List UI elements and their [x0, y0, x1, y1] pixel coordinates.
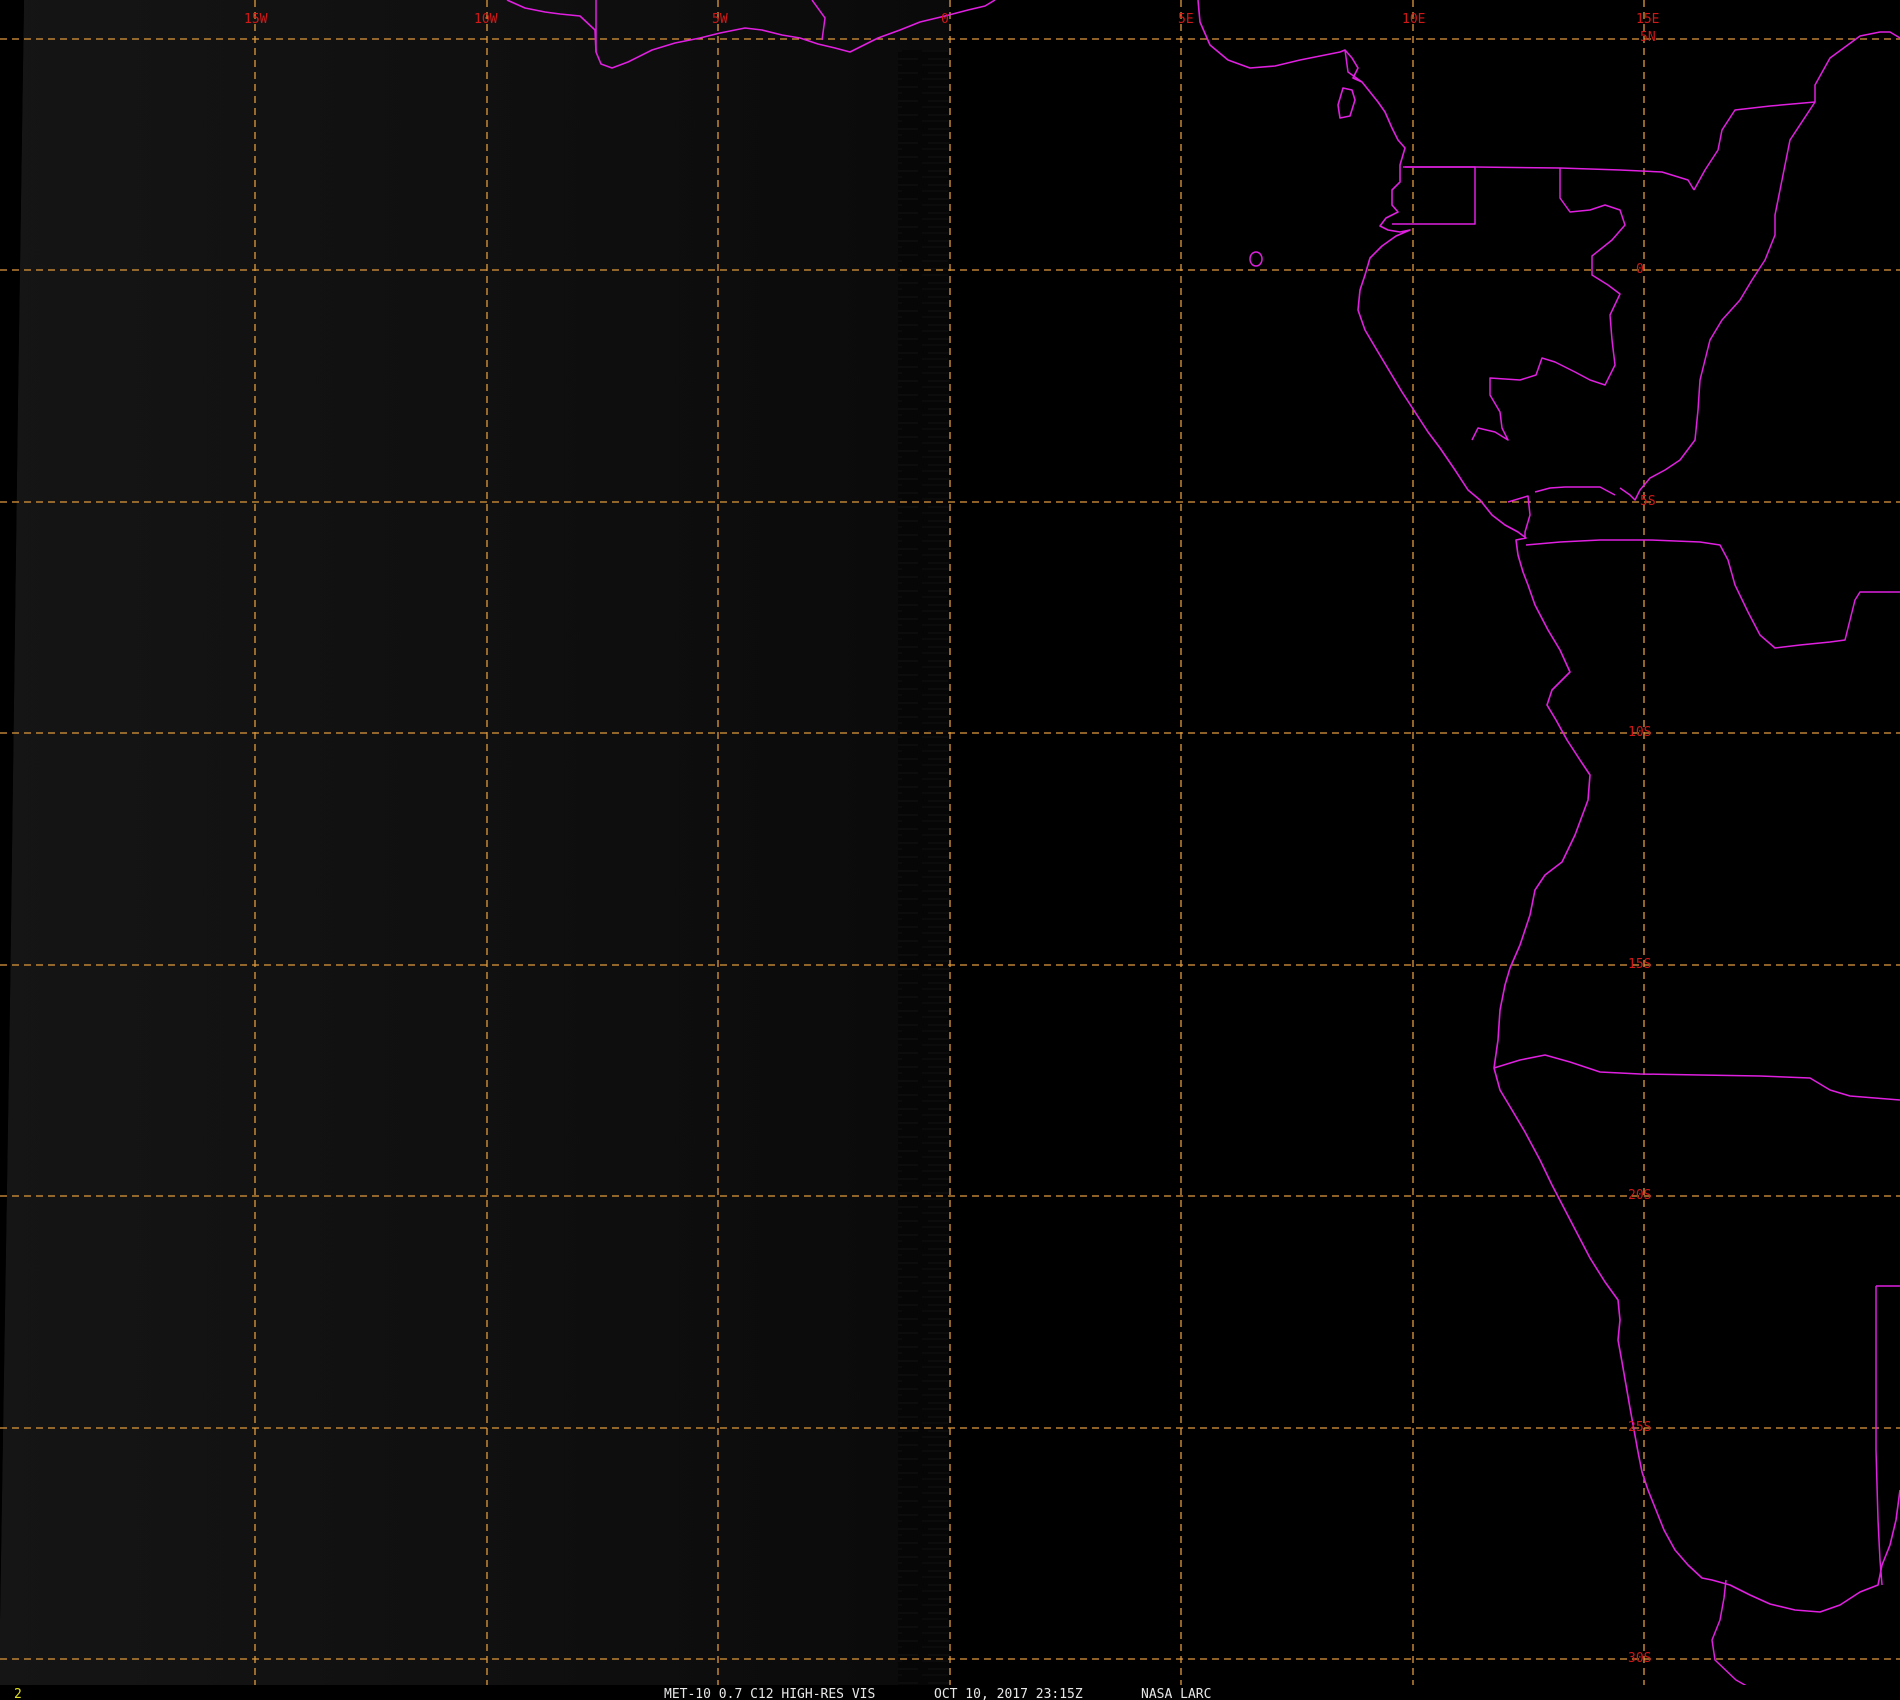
lat-label-5s: 5S: [1640, 494, 1656, 509]
lat-label-0: 0: [1636, 262, 1644, 277]
lon-label-15e: 15E: [1636, 12, 1659, 27]
lat-label-30s: 30S: [1628, 1651, 1651, 1666]
lat-label-15s: 15S: [1628, 957, 1651, 972]
lon-label-5e: 5E: [1178, 12, 1194, 27]
lat-label-5n: 5N: [1640, 30, 1656, 45]
illuminated-region: [0, 0, 950, 1685]
lon-label-10w: 10W: [474, 12, 498, 27]
product-name: MET-10 0.7 C12 HIGH-RES VIS: [664, 1687, 875, 1700]
terminator-band: [898, 50, 950, 1685]
lon-label-0: 0: [941, 12, 949, 27]
lat-label-25s: 25S: [1628, 1420, 1651, 1435]
frame-number: 2: [14, 1687, 22, 1700]
lon-label-10e: 10E: [1402, 12, 1425, 27]
lon-label-5w: 5W: [712, 12, 728, 27]
lon-label-15w: 15W: [244, 12, 268, 27]
lat-label-10s: 10S: [1628, 725, 1651, 740]
lat-label-20s: 20S: [1628, 1188, 1651, 1203]
image-datetime: OCT 10, 2017 23:15Z: [934, 1687, 1083, 1700]
satellite-map: 15W 10W 5W 0 5E 10E 15E 5N 0 5S 10S 15S …: [0, 0, 1900, 1700]
data-source: NASA LARC: [1141, 1687, 1211, 1700]
